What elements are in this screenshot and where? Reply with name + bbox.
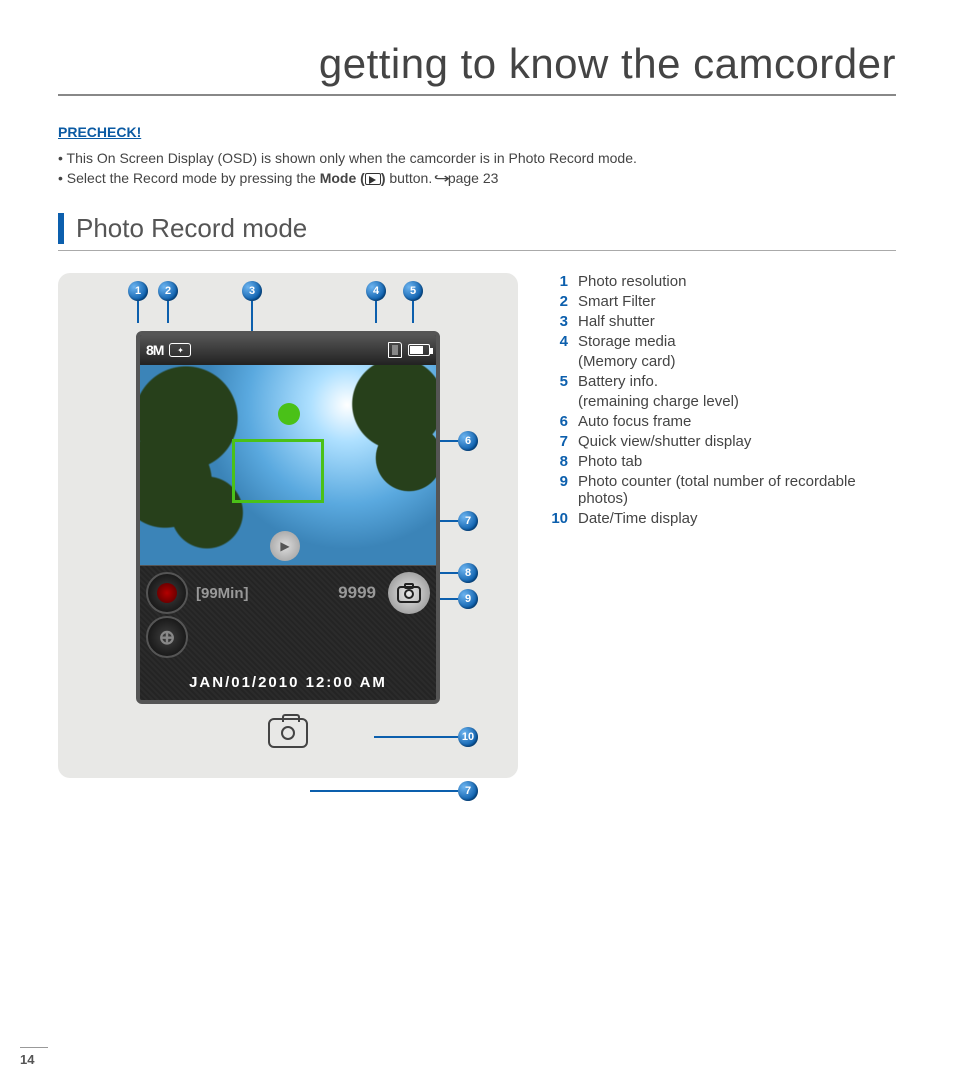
remaining-time: [99Min] (196, 585, 330, 602)
screenshot-panel: 1 2 3 4 5 6 7 8 9 10 7 (58, 273, 518, 778)
photo-tab-button[interactable] (388, 572, 430, 614)
section-rule (58, 250, 896, 251)
legend-item-6: Auto focus frame (578, 413, 896, 430)
callout-2: 2 (158, 281, 178, 301)
legend-item-1: Photo resolution (578, 273, 896, 290)
status-bar: 8M ✦ (140, 335, 436, 365)
callout-3: 3 (242, 281, 262, 301)
autofocus-frame (232, 439, 324, 503)
legend-item-10: Date/Time display (578, 510, 896, 527)
record-button[interactable] (146, 572, 188, 614)
mode-icon (365, 173, 381, 185)
callout-10: 10 (458, 727, 478, 747)
legend-item-2: Smart Filter (578, 293, 896, 310)
resolution-badge: 8M (146, 342, 163, 358)
battery-icon (408, 344, 430, 356)
shutter-icon (268, 718, 308, 748)
legend-item-4-sub: (Memory card) (578, 353, 896, 370)
callout-9: 9 (458, 589, 478, 609)
half-shutter-indicator (278, 403, 300, 425)
legend-item-4: Storage media (578, 333, 896, 350)
control-strip: [99Min] 9999 ⊕ JAN/01/2010 12:00 AM (140, 565, 436, 700)
callout-8: 8 (458, 563, 478, 583)
legend-item-8: Photo tab (578, 453, 896, 470)
legend: 1Photo resolution 2Smart Filter 3Half sh… (550, 273, 896, 778)
legend-item-5: Battery info. (578, 373, 896, 390)
callout-4: 4 (366, 281, 386, 301)
callout-6: 6 (458, 431, 478, 451)
photo-counter: 9999 (338, 583, 376, 603)
storage-icon (388, 342, 402, 358)
precheck-item-2: Select the Record mode by pressing the M… (58, 170, 896, 187)
datetime-display: JAN/01/2010 12:00 AM (140, 664, 436, 700)
viewfinder: ▶ (140, 365, 436, 565)
precheck-item-1: This On Screen Display (OSD) is shown on… (58, 150, 896, 166)
scene-tree-right (332, 365, 436, 539)
page-number: 14 (20, 1047, 48, 1067)
callout-1: 1 (128, 281, 148, 301)
section-heading: Photo Record mode (58, 213, 896, 244)
legend-item-5-sub: (remaining charge level) (578, 393, 896, 410)
legend-item-7: Quick view/shutter display (578, 433, 896, 450)
legend-item-3: Half shutter (578, 313, 896, 330)
zoom-button[interactable]: ⊕ (146, 616, 188, 658)
precheck-heading: PRECHECK! (58, 124, 896, 140)
callout-5: 5 (403, 281, 423, 301)
precheck-list: This On Screen Display (OSD) is shown on… (58, 150, 896, 187)
callout-7b: 7 (458, 781, 478, 801)
quick-view-icon: ▶ (270, 531, 300, 561)
legend-item-9: Photo counter (total number of recordabl… (578, 473, 896, 507)
device-mock: 8M ✦ ▶ [99Min] 9999 ⊕ J (136, 331, 440, 704)
smart-filter-icon: ✦ (169, 343, 191, 357)
callout-7: 7 (458, 511, 478, 531)
page-title: getting to know the camcorder (58, 40, 896, 96)
